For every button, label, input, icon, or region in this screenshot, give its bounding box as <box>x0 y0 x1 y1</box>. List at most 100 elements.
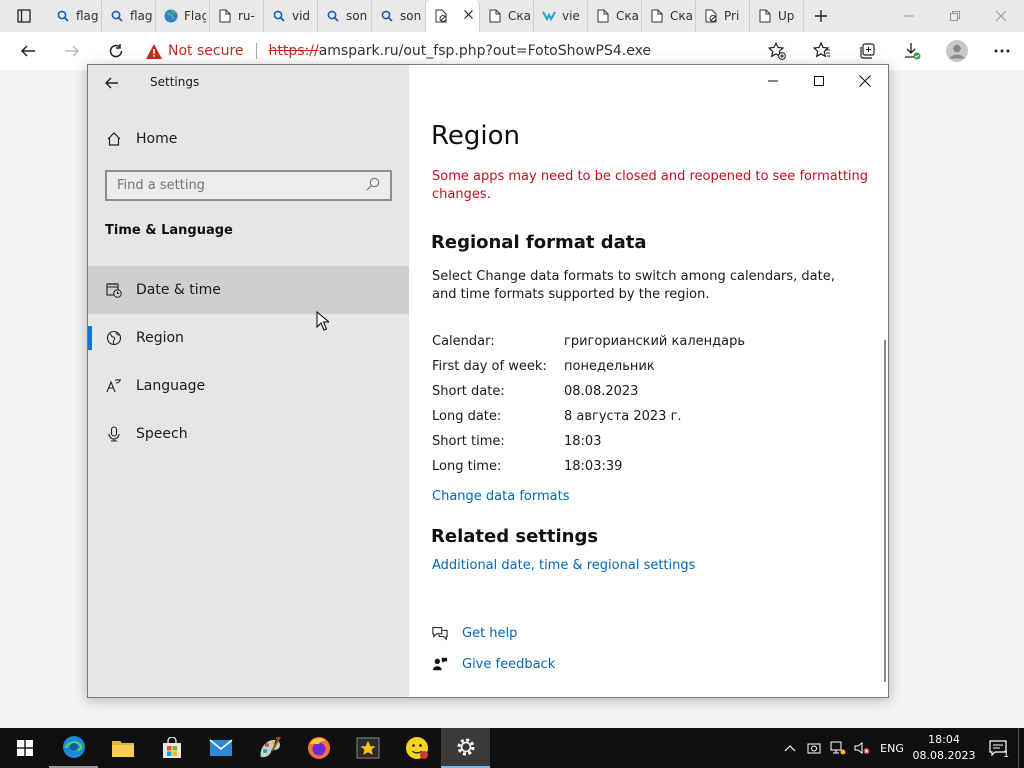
show-desktop-button[interactable] <box>1018 728 1024 768</box>
profile-button[interactable] <box>934 32 979 70</box>
format-row-calendar: Calendar: григорианский календарь <box>432 329 862 354</box>
paint-palette-icon <box>260 737 281 758</box>
format-key: Short date: <box>432 384 505 399</box>
microphone-icon <box>106 426 122 442</box>
browser-tab[interactable]: ru- <box>210 0 264 32</box>
taskbar-settings[interactable] <box>441 728 490 768</box>
system-tray: ENG 18:04 08.08.2023 1 <box>778 728 1024 768</box>
search-icon <box>272 9 286 23</box>
taskbar-store[interactable] <box>147 728 196 768</box>
chevron-up-icon <box>784 745 796 752</box>
back-nav-button[interactable] <box>6 32 50 70</box>
clock-date: 08.08.2023 <box>912 749 976 762</box>
browser-tab[interactable]: Ска <box>588 0 642 32</box>
new-tab-button[interactable] <box>804 0 838 32</box>
search-icon <box>366 176 380 195</box>
blocked-page-icon <box>704 9 718 23</box>
tab-label: son <box>400 9 422 23</box>
input-language-indicator[interactable]: ENG <box>874 742 910 755</box>
settings-back-button[interactable] <box>100 73 124 93</box>
content-scrollbar[interactable] <box>884 340 886 682</box>
browser-tab[interactable]: Flag <box>156 0 210 32</box>
change-data-formats-link[interactable]: Change data formats <box>432 489 569 504</box>
browser-tab[interactable]: son <box>372 0 426 32</box>
tab-label: Pri <box>724 9 740 23</box>
browser-minimize-button[interactable] <box>886 0 932 32</box>
get-help-link[interactable]: Get help <box>432 625 517 641</box>
sidebar-item-region[interactable]: Region <box>88 314 409 362</box>
windows-logo-icon <box>16 740 33 756</box>
browser-tab[interactable]: flag <box>48 0 102 32</box>
camera-icon <box>807 743 821 754</box>
taskbar-fotoshow[interactable] <box>343 728 392 768</box>
sidebar-item-label: Region <box>136 330 184 346</box>
format-key: Short time: <box>432 434 505 449</box>
browser-close-button[interactable] <box>978 0 1024 32</box>
format-value: 8 августа 2023 г. <box>564 409 682 424</box>
star-plus-icon <box>767 42 786 60</box>
arrow-left-icon <box>20 45 35 57</box>
sidebar-item-label: Speech <box>136 426 188 442</box>
close-icon <box>996 11 1006 21</box>
browser-tab[interactable]: son <box>318 0 372 32</box>
browser-tab[interactable]: Ска <box>642 0 696 32</box>
more-menu-button[interactable] <box>979 32 1024 70</box>
blocked-page-icon <box>434 9 448 23</box>
security-indicator[interactable]: Not secure <box>146 43 244 59</box>
browser-tab[interactable]: Ска <box>480 0 534 32</box>
browser-tab[interactable]: vie <box>534 0 588 32</box>
sidebar-item-language[interactable]: Language <box>88 362 409 410</box>
sidebar-item-date-time[interactable]: Date & time <box>88 266 409 314</box>
arrow-left-icon <box>105 77 118 89</box>
additional-regional-settings-link[interactable]: Additional date, time & regional setting… <box>432 558 695 573</box>
format-data-list: Calendar: григорианский календарь First … <box>432 329 862 479</box>
page-icon <box>596 9 610 23</box>
tray-meet-now-button[interactable] <box>802 728 826 768</box>
downloads-button[interactable] <box>889 32 934 70</box>
sidebar-item-home[interactable]: Home <box>88 121 409 157</box>
home-label: Home <box>136 131 178 147</box>
sidebar-nav-list: Date & time Region Language Speech <box>88 266 409 458</box>
taskbar-clock[interactable]: 18:04 08.08.2023 <box>910 732 978 764</box>
browser-tab[interactable]: vid <box>264 0 318 32</box>
taskbar-emoji-app[interactable] <box>392 728 441 768</box>
find-setting-search[interactable] <box>105 170 392 201</box>
tab-actions-button[interactable] <box>0 0 48 32</box>
browser-tab-strip: flag flag Flag ru-vid son son Ска vie Ска Ска Pri U… <box>0 0 1024 32</box>
action-center-button[interactable]: 1 <box>978 728 1018 768</box>
mail-icon <box>209 739 232 756</box>
format-value: григорианский календарь <box>564 334 746 349</box>
settings-minimize-button[interactable] <box>750 65 796 97</box>
tray-network-button[interactable] <box>826 728 850 768</box>
taskbar-photo-app[interactable] <box>245 728 294 768</box>
sidebar-item-speech[interactable]: Speech <box>88 410 409 458</box>
tab-label: flag <box>76 9 98 23</box>
browser-tab[interactable]: flag <box>102 0 156 32</box>
browser-tab[interactable] <box>426 0 480 32</box>
settings-window: Settings Home Time & Language Date & tim… <box>87 64 889 698</box>
taskbar-firefox[interactable] <box>294 728 343 768</box>
tab-label: son <box>346 9 368 23</box>
address-bar[interactable]: Not secure https:// amspark.ru/out_fsp.p… <box>146 36 786 66</box>
give-feedback-link[interactable]: Give feedback <box>432 656 555 672</box>
tray-volume-button[interactable] <box>850 728 874 768</box>
smiley-icon <box>405 737 428 759</box>
close-tab-icon[interactable] <box>464 7 473 23</box>
settings-maximize-button[interactable] <box>796 65 842 97</box>
taskbar-mail[interactable] <box>196 728 245 768</box>
find-setting-input[interactable] <box>117 178 357 193</box>
browser-tab[interactable]: Up <box>750 0 804 32</box>
search-icon <box>380 9 394 23</box>
page-icon <box>488 9 502 23</box>
browser-tab[interactable]: Pri <box>696 0 750 32</box>
sidebar-item-label: Date & time <box>136 282 221 298</box>
regional-format-heading: Regional format data <box>431 232 647 253</box>
favorites-icon <box>812 42 830 58</box>
taskbar-edge[interactable] <box>49 728 98 768</box>
browser-restore-button[interactable] <box>932 0 978 32</box>
start-button[interactable] <box>0 728 49 768</box>
settings-close-button[interactable] <box>842 65 888 97</box>
taskbar-file-explorer[interactable] <box>98 728 147 768</box>
tab-actions-icon <box>17 9 31 23</box>
show-hidden-icons-button[interactable] <box>778 728 802 768</box>
